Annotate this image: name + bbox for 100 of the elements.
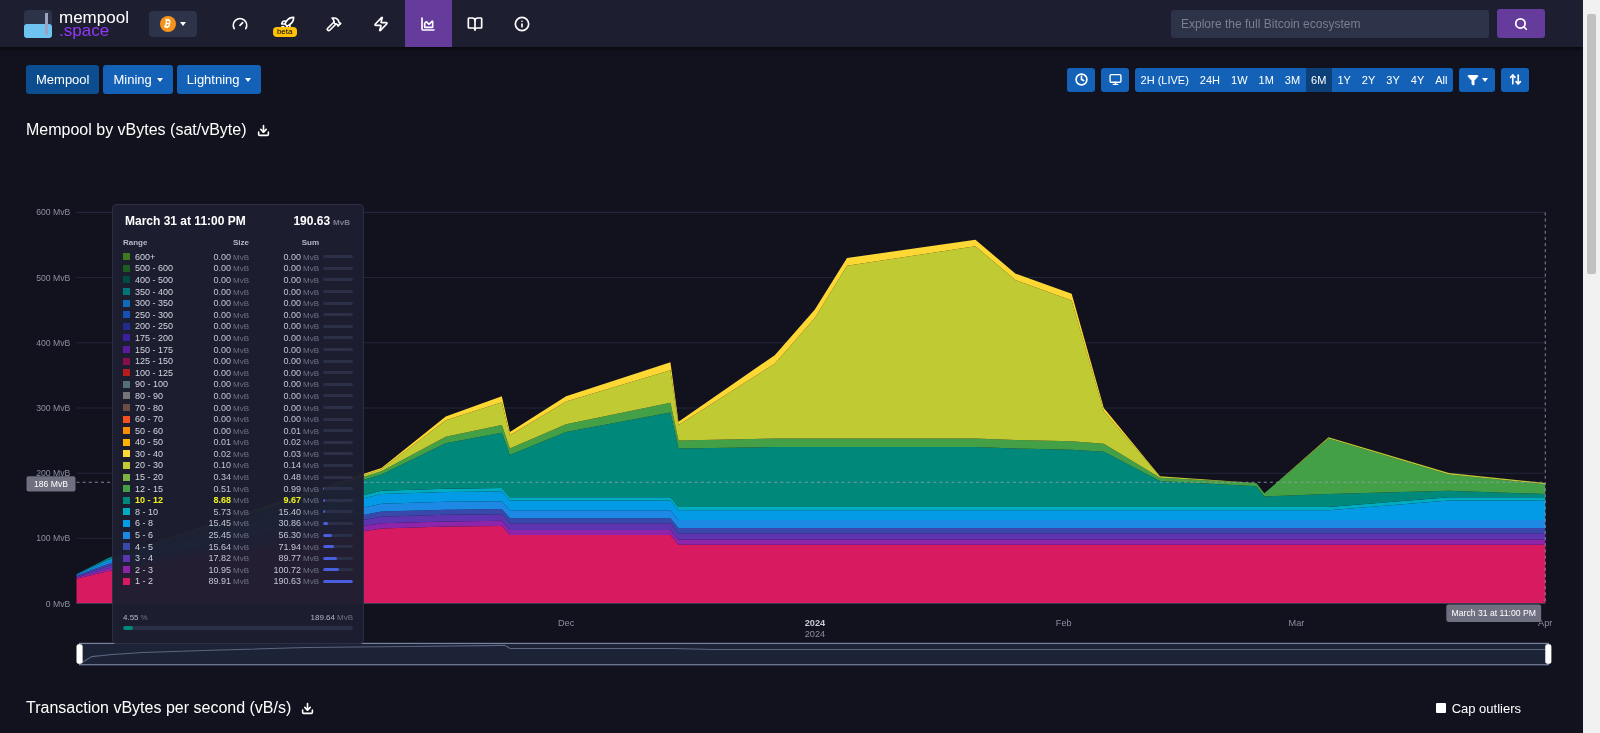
gauge-icon <box>232 15 249 32</box>
unit-label: MvB <box>233 333 249 343</box>
sum-bar <box>323 545 353 549</box>
range-tab[interactable]: 1Y <box>1331 67 1357 92</box>
download-icon[interactable] <box>256 123 270 137</box>
range-tab[interactable]: 3M <box>1279 67 1306 92</box>
range-tab[interactable]: 3Y <box>1380 67 1406 92</box>
unit-label: MvB <box>303 531 319 541</box>
unit-label: MvB <box>303 438 319 448</box>
size-value: 0.00 <box>213 425 231 436</box>
scrollbar[interactable] <box>1583 0 1600 733</box>
size-value: 0.00 <box>213 332 231 343</box>
axis-label: Dec <box>557 618 575 628</box>
unit-label: MvB <box>233 426 249 436</box>
checkbox-label[interactable]: Cap outliers <box>1451 700 1521 716</box>
unit-label: MvB <box>233 496 249 506</box>
unit-label: MvB <box>233 345 249 355</box>
range-label: 100 - 125 <box>135 367 174 378</box>
unit-label: MvB <box>303 496 319 506</box>
range-tab[interactable]: 4Y <box>1405 67 1430 92</box>
sum-bar <box>323 579 353 583</box>
unit-label: MvB <box>233 577 249 587</box>
range-label: 4 - 5 <box>135 541 153 552</box>
axis-sublabel: 2024 <box>804 629 826 640</box>
logo-icon[interactable] <box>24 9 52 38</box>
range-label: 175 - 200 <box>135 332 174 343</box>
slider-handle[interactable] <box>76 644 83 664</box>
caret-icon <box>1481 77 1488 82</box>
sum-value: 56.30 <box>278 530 301 541</box>
size-value: 0.00 <box>213 309 231 320</box>
range-label: 600+ <box>135 251 156 262</box>
unit-label: MvB <box>303 333 319 343</box>
range-tab[interactable]: 1M <box>1253 67 1280 92</box>
unit-label: MvB <box>233 449 249 459</box>
scrollbar-thumb[interactable] <box>1587 14 1596 274</box>
checkbox[interactable] <box>1435 703 1446 713</box>
network-dropdown[interactable] <box>148 10 197 37</box>
section-tab[interactable]: Mempool <box>26 65 100 94</box>
size-value: 10.95 <box>208 564 231 575</box>
slider-handle[interactable] <box>1545 644 1552 664</box>
nav-tab[interactable]: beta <box>263 0 311 47</box>
size-value: 0.51 <box>213 483 231 494</box>
sort-button[interactable] <box>1501 67 1529 92</box>
unit-label: MvB <box>303 449 319 459</box>
beta-badge: beta <box>272 27 297 37</box>
unit-label: MvB <box>233 310 249 320</box>
clock-icon <box>1074 73 1088 86</box>
range-tab[interactable]: 1W <box>1225 67 1254 92</box>
section-tab[interactable]: Mining <box>103 65 173 94</box>
size-value: 0.00 <box>213 402 231 413</box>
clock-button[interactable] <box>1067 67 1096 92</box>
logo-text[interactable]: mempool <box>59 10 129 24</box>
search-field[interactable]: Explore the full Bitcoin ecosystem <box>1171 9 1489 38</box>
info-icon <box>514 15 531 32</box>
unit-label: MvB <box>303 426 319 436</box>
range-label: 15 - 20 <box>135 472 164 483</box>
sum-value: 0.48 <box>283 472 301 483</box>
range-label: 20 - 30 <box>135 460 164 471</box>
section-tab[interactable]: Lightning <box>176 65 261 94</box>
range-label: 80 - 90 <box>135 390 164 401</box>
axis-label: 400 MvB <box>36 337 71 348</box>
sum-value: 0.00 <box>283 309 301 320</box>
search-button[interactable] <box>1497 9 1545 38</box>
sum-value: 71.94 <box>278 541 301 552</box>
range-tab[interactable]: 6M <box>1305 67 1332 92</box>
unit-label: MvB <box>303 310 319 320</box>
nav-tab[interactable] <box>404 0 452 47</box>
unit-label: MvB <box>303 507 319 517</box>
range-label: 125 - 150 <box>135 356 174 367</box>
range-slider[interactable] <box>79 642 1549 666</box>
size-value: 0.00 <box>213 298 231 309</box>
size-value: 0.34 <box>213 472 231 483</box>
sum-value: 0.00 <box>283 275 301 285</box>
sum-value: 0.03 <box>283 448 301 459</box>
sum-value: 190.63 <box>273 576 301 587</box>
range-label: 5 - 6 <box>135 530 153 541</box>
unit-label: MvB <box>303 345 319 355</box>
range-label: 1 - 2 <box>135 576 153 587</box>
size-value: 0.00 <box>213 286 231 297</box>
sum-value: 0.00 <box>283 367 301 378</box>
sum-value: 0.00 <box>283 390 301 401</box>
size-value: 15.45 <box>208 518 231 529</box>
download-icon[interactable] <box>301 701 315 715</box>
unit-label: MvB <box>303 403 319 413</box>
range-tab[interactable]: 2Y <box>1356 67 1381 92</box>
unit-label: MvB <box>303 287 319 297</box>
unit-label: MvB <box>303 415 319 425</box>
chart-title: Transaction vBytes per second (vB/s) <box>26 699 292 717</box>
size-value: 0.00 <box>213 251 231 262</box>
bitcoin-icon <box>159 15 176 32</box>
range-tab[interactable]: 2H (LIVE) <box>1135 67 1195 92</box>
monitor-button[interactable] <box>1101 67 1130 92</box>
filter-dropdown[interactable] <box>1459 67 1495 92</box>
range-label: 10 - 12 <box>135 495 164 506</box>
range-tab[interactable]: 24H <box>1194 67 1226 92</box>
range-tab[interactable]: All <box>1429 67 1453 92</box>
unit-label: MvB <box>233 473 249 483</box>
range-label: 50 - 60 <box>135 425 164 436</box>
size-value: 0.10 <box>213 460 231 471</box>
range-label: 350 - 400 <box>135 286 174 297</box>
